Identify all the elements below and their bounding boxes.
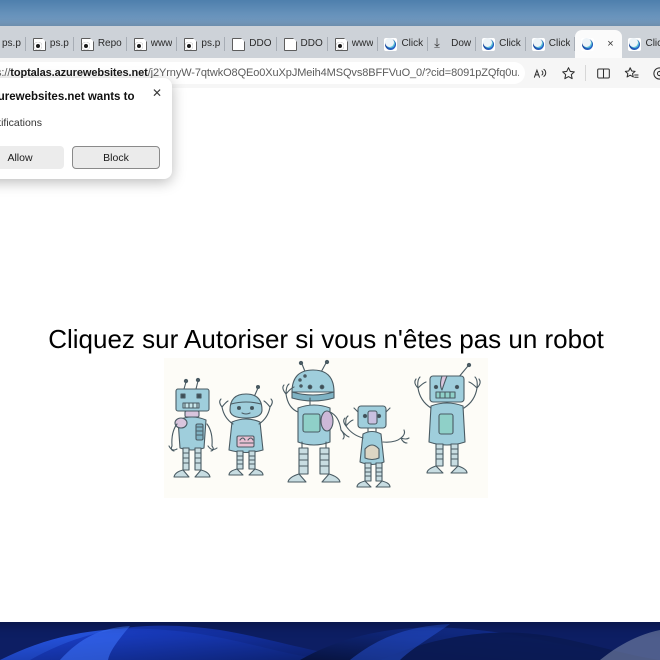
tab-label: Click [548, 38, 571, 49]
tab-label: Click [645, 38, 660, 49]
browser-tab[interactable]: Repo [74, 30, 127, 58]
pdf-document-icon [184, 37, 198, 51]
pdf-document-icon [133, 37, 147, 51]
browser-tab[interactable]: ps.p [0, 30, 26, 58]
edge-icon [531, 37, 545, 51]
browser-tab[interactable]: www [328, 30, 379, 58]
tab-label: DDO [249, 38, 272, 49]
read-aloud-icon[interactable] [527, 61, 553, 85]
browser-tab[interactable]: Click [622, 30, 660, 58]
allow-button[interactable]: Allow [0, 146, 64, 169]
edge-icon [384, 37, 398, 51]
permission-dialog-buttons: Allow Block [0, 146, 160, 169]
page-title: Cliquez sur Autoriser si vous n'êtes pas… [48, 324, 604, 354]
edge-icon [581, 37, 595, 51]
robots-illustration [164, 358, 488, 498]
tab-strip: ps.p ps.p Repo www ps.p DDO DDO www Clic… [0, 26, 660, 58]
browser-tab[interactable]: Click [526, 30, 576, 58]
browser-tab[interactable]: www [127, 30, 178, 58]
pdf-document-icon [80, 37, 94, 51]
browser-tab[interactable]: Click [476, 30, 526, 58]
block-button[interactable]: Block [72, 146, 160, 169]
five-cartoon-robots-illustration [164, 358, 488, 498]
split-screen-icon[interactable] [590, 61, 616, 85]
desktop-wallpaper-bottom [0, 620, 660, 660]
notification-permission-dialog: ✕ s.azurewebsites.net wants to w notific… [0, 78, 172, 179]
tab-label: DDO [300, 38, 323, 49]
browser-tab[interactable]: ps.p [26, 30, 74, 58]
close-icon[interactable]: × [602, 36, 618, 52]
browser-tab-active[interactable]: × [575, 30, 623, 58]
tab-label: Repo [97, 38, 122, 49]
favorite-star-icon[interactable] [555, 61, 581, 85]
tab-label: ps.p [201, 38, 221, 49]
browser-tab[interactable]: DDO [277, 30, 329, 58]
tab-label: Click [499, 38, 521, 49]
close-icon[interactable]: ✕ [148, 84, 166, 102]
tab-label: Click [401, 38, 424, 49]
tab-label: ps.p [2, 38, 21, 49]
browser-tab[interactable]: Click [378, 30, 428, 58]
browser-tab[interactable]: DDO [225, 30, 277, 58]
windows-bloom-wallpaper [0, 620, 660, 660]
browser-tab[interactable]: Dow [428, 30, 477, 58]
permission-dialog-subtitle: w notifications [0, 117, 42, 129]
browser-window: ps.p ps.p Repo www ps.p DDO DDO www Clic… [0, 26, 660, 622]
toolbar-divider [585, 65, 586, 81]
edge-icon [482, 37, 496, 51]
collections-icon[interactable] [618, 61, 644, 85]
tab-label: www [351, 38, 374, 49]
permission-dialog-title: s.azurewebsites.net wants to [0, 91, 135, 103]
tab-label: www [150, 38, 173, 49]
download-icon [434, 35, 447, 51]
document-icon [232, 37, 246, 51]
tab-label: ps.p [49, 38, 69, 49]
url-path: /j2YrnyW-7qtwkO8QEo0XuXpJMeih4MSQvs8BFFV… [147, 67, 519, 79]
document-icon [283, 37, 297, 51]
browser-essentials-icon[interactable] [646, 61, 660, 85]
tab-label: Dow [451, 38, 472, 49]
pdf-document-icon [334, 37, 348, 51]
pdf-document-icon [32, 37, 46, 51]
edge-icon [628, 37, 642, 51]
browser-tab[interactable]: ps.p [177, 30, 226, 58]
